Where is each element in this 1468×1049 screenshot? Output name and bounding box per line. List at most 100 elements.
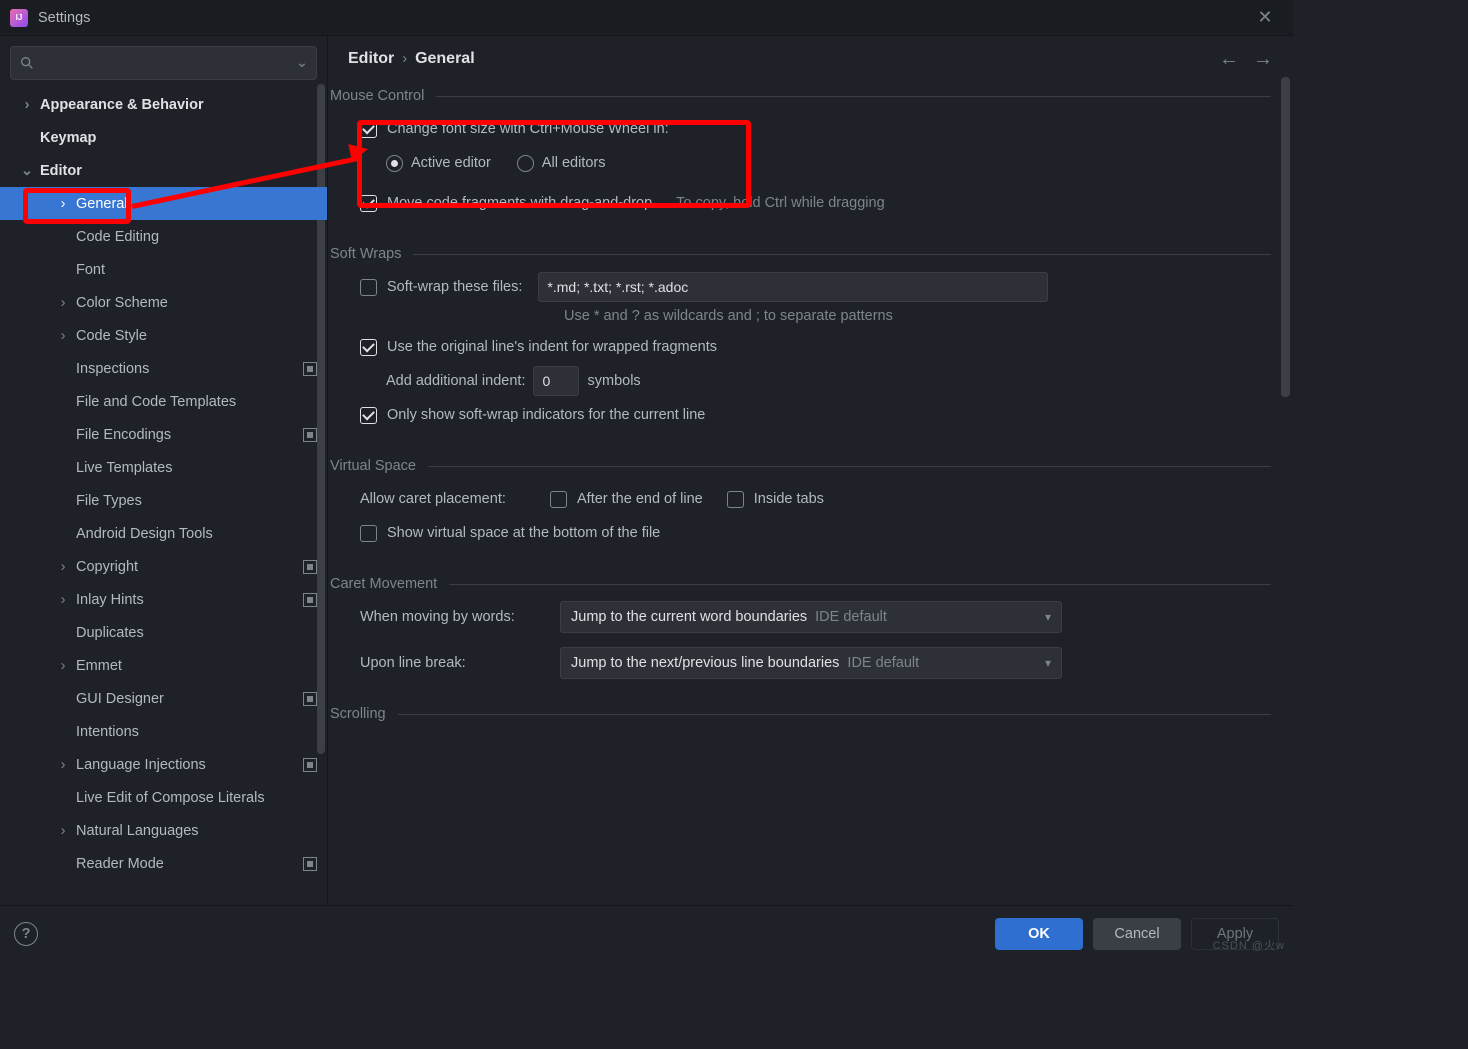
chevron-right-icon: › [56,295,70,311]
ok-button[interactable]: OK [995,918,1083,950]
row-use-indent[interactable]: Use the original line's indent for wrapp… [330,330,1271,364]
checkbox-after-eol[interactable] [550,491,567,508]
sidebar-item-intentions[interactable]: Intentions [0,715,327,748]
project-badge-icon [303,362,317,376]
project-badge-icon [303,758,317,772]
label-active-editor: Active editor [411,155,491,171]
checkbox-drag-drop[interactable] [360,195,377,212]
dropdown-line-break[interactable]: Jump to the next/previous line boundarie… [560,647,1062,679]
sidebar-item-keymap[interactable]: Keymap [0,121,327,154]
nav-back-icon[interactable]: ← [1219,48,1239,71]
search-icon [19,55,35,71]
sidebar-item-editor[interactable]: ⌄Editor [0,154,327,187]
label-soft-wrap: Soft-wrap these files: [387,279,522,295]
row-drag-drop[interactable]: Move code fragments with drag-and-drop T… [330,186,1271,220]
sidebar-item-label: Appearance & Behavior [40,97,204,113]
breadcrumb-leaf: General [415,50,475,68]
content-panel: Editor › General ← → Mouse Control Chang… [328,36,1293,905]
sidebar-item-label: File Types [76,493,142,509]
section-title-label: Mouse Control [330,88,424,104]
sidebar-item-label: Keymap [40,130,96,146]
sidebar-item-live-edit-of-compose-literals[interactable]: Live Edit of Compose Literals [0,781,327,814]
checkbox-soft-wrap[interactable] [360,279,377,296]
chevron-right-icon: › [56,658,70,674]
sidebar-item-android-design-tools[interactable]: Android Design Tools [0,517,327,550]
sidebar-item-reader-mode[interactable]: Reader Mode [0,847,327,880]
section-title-label: Virtual Space [330,458,416,474]
sidebar-item-label: Android Design Tools [76,526,213,542]
project-badge-icon [303,692,317,706]
search-field[interactable] [41,54,292,72]
note-wildcards: Use * and ? as wildcards and ; to separa… [330,308,1271,324]
sidebar-item-natural-languages[interactable]: ›Natural Languages [0,814,327,847]
chevron-down-icon[interactable]: ⌄ [296,55,308,71]
annotation-arrow-head [348,140,369,161]
sidebar-item-file-types[interactable]: File Types [0,484,327,517]
sidebar-item-label: Natural Languages [76,823,199,839]
cancel-button[interactable]: Cancel [1093,918,1181,950]
label-show-bottom: Show virtual space at the bottom of the … [387,525,660,541]
project-badge-icon [303,857,317,871]
label-after-eol: After the end of line [577,491,703,507]
input-add-indent[interactable] [533,366,579,396]
help-button[interactable]: ? [14,922,38,946]
hint-drag-drop: To copy, hold Ctrl while dragging [676,195,884,211]
apply-button[interactable]: Apply [1191,918,1279,950]
sidebar-item-appearance-behavior[interactable]: › Appearance & Behavior [0,88,327,121]
label-only-show: Only show soft-wrap indicators for the c… [387,407,705,423]
sidebar-item-label: Live Edit of Compose Literals [76,790,265,806]
sidebar-item-label: Copyright [76,559,138,575]
sidebar-item-general[interactable]: ›General [0,187,327,220]
close-icon[interactable]: ✕ [1247,7,1283,28]
row-font-scope-radios: Active editor All editors [330,146,1271,180]
sidebar-item-file-and-code-templates[interactable]: File and Code Templates [0,385,327,418]
sidebar-item-code-style[interactable]: ›Code Style [0,319,327,352]
label-line-break: Upon line break: [360,655,548,671]
sidebar-item-emmet[interactable]: ›Emmet [0,649,327,682]
sidebar-item-label: Language Injections [76,757,206,773]
search-input[interactable]: ⌄ [10,46,317,80]
project-badge-icon [303,560,317,574]
sidebar-item-code-editing[interactable]: Code Editing [0,220,327,253]
checkbox-only-show[interactable] [360,407,377,424]
input-soft-wrap-patterns[interactable] [538,272,1048,302]
sidebar-item-font[interactable]: Font [0,253,327,286]
sidebar-item-inspections[interactable]: Inspections [0,352,327,385]
section-title-label: Scrolling [330,706,386,722]
radio-active-editor[interactable] [386,155,403,172]
sidebar-item-gui-designer[interactable]: GUI Designer [0,682,327,715]
label-all-editors: All editors [542,155,606,171]
breadcrumb-root[interactable]: Editor [348,50,394,68]
radio-all-editors[interactable] [517,155,534,172]
label-use-indent: Use the original line's indent for wrapp… [387,339,717,355]
breadcrumb: Editor › General ← → [328,36,1293,82]
checkbox-inside-tabs[interactable] [727,491,744,508]
row-soft-wrap-files[interactable]: Soft-wrap these files: [330,270,1271,304]
sidebar-item-live-templates[interactable]: Live Templates [0,451,327,484]
row-only-show[interactable]: Only show soft-wrap indicators for the c… [330,398,1271,432]
row-show-bottom[interactable]: Show virtual space at the bottom of the … [330,516,1271,550]
chevron-right-icon: › [20,97,34,113]
row-change-font-size[interactable]: Change font size with Ctrl+Mouse Wheel i… [330,112,1271,146]
checkbox-change-font-size[interactable] [360,121,377,138]
sidebar-item-copyright[interactable]: ›Copyright [0,550,327,583]
sidebar-item-language-injections[interactable]: › Language Injections [0,748,327,781]
label-add-indent: Add additional indent: [386,373,525,389]
sidebar-item-color-scheme[interactable]: ›Color Scheme [0,286,327,319]
label-change-font-size: Change font size with Ctrl+Mouse Wheel i… [387,121,669,137]
sidebar-item-label: Inspections [76,361,149,377]
checkbox-use-indent[interactable] [360,339,377,356]
section-title-label: Caret Movement [330,576,437,592]
row-moving-by-words: When moving by words: Jump to the curren… [330,600,1271,634]
label-drag-drop: Move code fragments with drag-and-drop [387,195,652,211]
sidebar-item-inlay-hints[interactable]: ›Inlay Hints [0,583,327,616]
sidebar-item-duplicates[interactable]: Duplicates [0,616,327,649]
chevron-right-icon: › [56,592,70,608]
sidebar-item-label: File Encodings [76,427,171,443]
sidebar-item-file-encodings[interactable]: File Encodings [0,418,327,451]
chevron-right-icon: › [56,757,70,773]
scrollbar[interactable] [1281,77,1290,397]
checkbox-show-bottom[interactable] [360,525,377,542]
nav-forward-icon[interactable]: → [1253,48,1273,71]
dropdown-by-words[interactable]: Jump to the current word boundaries IDE … [560,601,1062,633]
